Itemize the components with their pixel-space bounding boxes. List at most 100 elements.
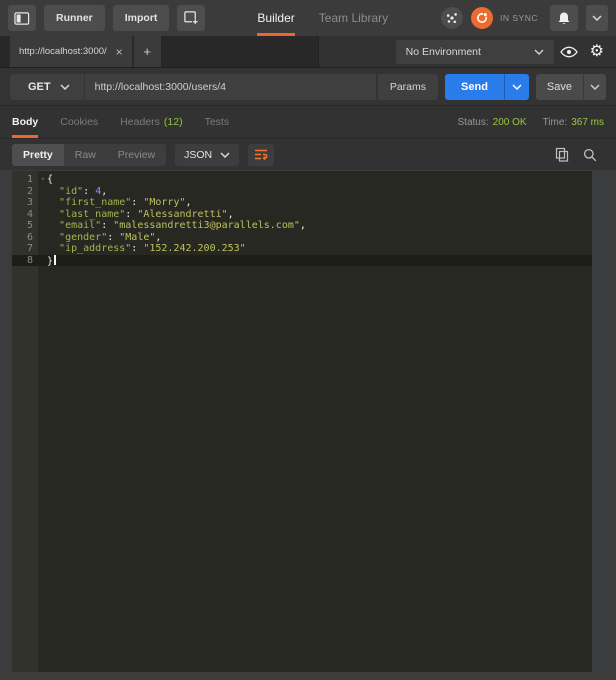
token-key: "first_name" — [59, 197, 131, 208]
save-split-button: Save — [536, 74, 606, 100]
tab-cookies[interactable]: Cookies — [60, 106, 98, 138]
code-line: "last_name": "Alessandretti", — [38, 209, 592, 221]
sync-button[interactable] — [471, 7, 493, 29]
request-tab[interactable]: http://localhost:3000/ × — [10, 36, 132, 67]
line-number: 5 — [12, 220, 38, 232]
environment-select[interactable]: No Environment — [396, 40, 554, 64]
tab-builder[interactable]: Builder — [257, 0, 294, 36]
token-key: "ip_address" — [59, 243, 131, 254]
time-value: 367 ms — [571, 117, 604, 128]
token-plain: : — [83, 186, 95, 197]
close-tab-icon[interactable]: × — [116, 46, 123, 58]
method-value: GET — [28, 81, 51, 93]
notifications-button[interactable] — [550, 5, 578, 31]
send-button[interactable]: Send — [445, 74, 504, 100]
request-tab-title: http://localhost:3000/ — [19, 46, 107, 57]
runner-button[interactable]: Runner — [44, 5, 105, 31]
wrap-lines-button[interactable] — [248, 144, 274, 166]
search-response-button[interactable] — [576, 144, 604, 166]
code-line: } — [38, 255, 592, 267]
sync-status: IN SYNC — [500, 13, 538, 23]
proxy-icon — [445, 11, 459, 25]
view-toolbar-right — [548, 144, 604, 166]
token-key: "email" — [59, 220, 101, 231]
add-tab-button[interactable]: + — [134, 36, 161, 67]
sidebar-toggle-icon — [14, 11, 30, 26]
token-plain: } — [47, 256, 53, 267]
url-group: GET Params — [10, 74, 438, 100]
proxy-button[interactable] — [441, 7, 463, 29]
environment-area: No Environment ⚙ — [318, 36, 616, 67]
tab-body[interactable]: Body — [12, 106, 38, 138]
search-icon — [583, 148, 597, 162]
token-plain: : — [131, 197, 143, 208]
token-plain: , — [300, 220, 306, 231]
tab-tests[interactable]: Tests — [205, 106, 230, 138]
response-view-toolbar: Pretty Raw Preview JSON — [0, 138, 616, 170]
main-nav-tabs: Builder Team Library — [257, 0, 412, 36]
code-line: "first_name": "Morry", — [38, 197, 592, 209]
chevron-down-icon — [512, 84, 522, 90]
token-plain — [47, 243, 59, 254]
send-options-button[interactable] — [504, 74, 529, 100]
new-window-button[interactable] — [177, 5, 205, 31]
save-button[interactable]: Save — [536, 74, 583, 100]
code-line: "id": 4, — [38, 186, 592, 198]
code-line: "ip_address": "152.242.200.253" — [38, 243, 592, 255]
view-mode-group: Pretty Raw Preview — [12, 144, 166, 166]
method-select[interactable]: GET — [10, 74, 85, 100]
token-plain: { — [47, 174, 53, 185]
token-plain — [47, 220, 59, 231]
view-preview-button[interactable]: Preview — [107, 144, 166, 166]
token-plain — [47, 209, 59, 220]
new-window-icon — [183, 10, 199, 26]
token-plain — [47, 197, 59, 208]
url-input[interactable] — [85, 74, 376, 100]
view-raw-button[interactable]: Raw — [64, 144, 107, 166]
chevron-down-icon — [534, 49, 544, 55]
headers-count-badge: (12) — [164, 116, 183, 128]
token-plain: , — [186, 197, 192, 208]
token-key: "last_name" — [59, 209, 125, 220]
fold-toggle-icon[interactable]: ▾ — [41, 174, 45, 186]
sidebar-toggle-button[interactable] — [8, 5, 36, 31]
token-plain: : — [101, 220, 113, 231]
response-meta-row: Body Cookies Headers (12) Tests Status: … — [0, 105, 616, 138]
settings-button[interactable]: ⚙ — [584, 40, 610, 64]
header-bar: Runner Import Builder Team Library — [0, 0, 616, 36]
chevron-down-icon — [60, 84, 70, 90]
json-editor[interactable]: 1▾2345678 { "id": 4, "first_name": "Morr… — [12, 171, 592, 672]
time-label: Time: — [543, 117, 568, 128]
line-number: 1▾ — [12, 174, 38, 186]
params-button[interactable]: Params — [378, 74, 438, 100]
chevron-down-icon — [590, 84, 600, 90]
token-plain: , — [228, 209, 234, 220]
token-plain: : — [125, 209, 137, 220]
editor-scrollbar[interactable] — [592, 171, 606, 672]
header-menu-button[interactable] — [586, 5, 608, 31]
tab-team-library[interactable]: Team Library — [319, 0, 388, 36]
line-number: 3 — [12, 197, 38, 209]
save-options-button[interactable] — [583, 74, 606, 100]
code-line: "gender": "Male", — [38, 232, 592, 244]
view-pretty-button[interactable]: Pretty — [12, 144, 64, 166]
token-plain: , — [101, 186, 107, 197]
line-number: 7 — [12, 243, 38, 255]
import-button[interactable]: Import — [113, 5, 170, 31]
line-number: 4 — [12, 209, 38, 221]
token-string: "Morry" — [143, 197, 185, 208]
token-plain: , — [155, 232, 161, 243]
line-number: 6 — [12, 232, 38, 244]
token-string: "Male" — [119, 232, 155, 243]
chevron-down-icon — [592, 15, 602, 21]
response-stats: Status: 200 OK Time: 367 ms — [458, 106, 605, 138]
format-select[interactable]: JSON — [175, 144, 239, 166]
send-split-button: Send — [445, 74, 529, 100]
editor-code[interactable]: { "id": 4, "first_name": "Morry", "last_… — [38, 171, 592, 672]
bell-icon — [557, 11, 571, 26]
line-number: 8 — [12, 255, 38, 267]
status-value: 200 OK — [493, 117, 527, 128]
copy-response-button[interactable] — [548, 144, 576, 166]
environment-preview-button[interactable] — [554, 40, 584, 64]
tab-headers[interactable]: Headers (12) — [120, 106, 182, 138]
